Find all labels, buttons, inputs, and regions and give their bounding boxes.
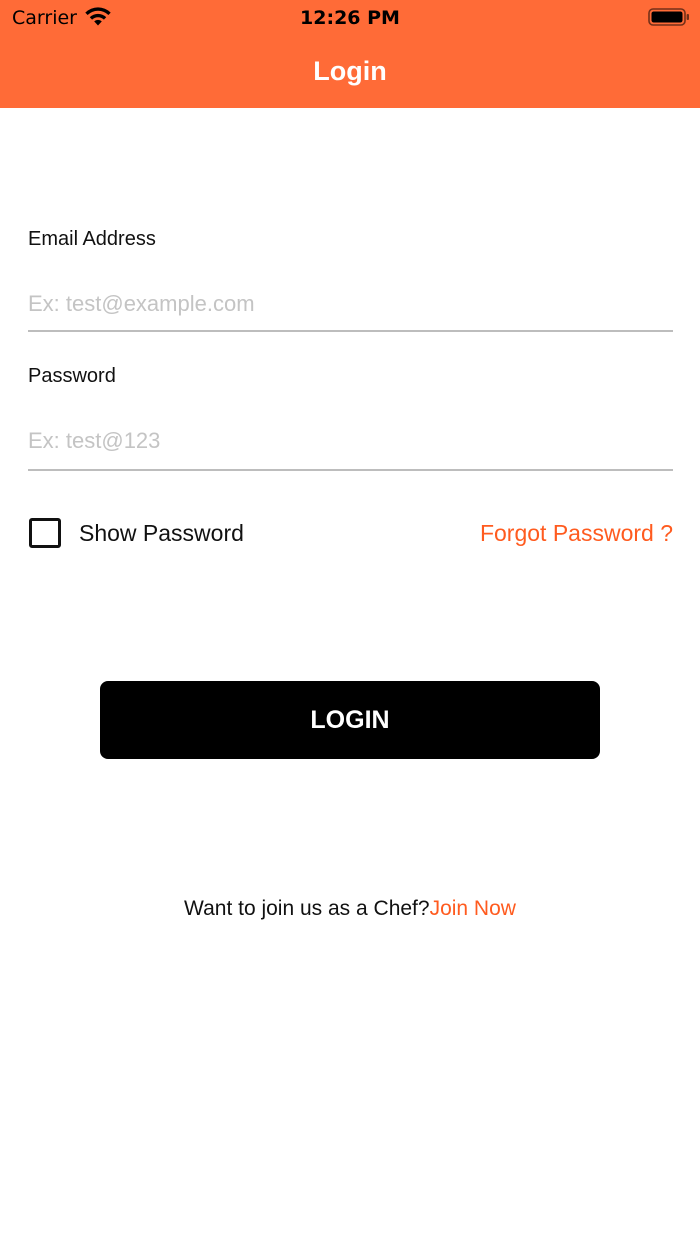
password-underline [28,469,673,471]
email-label: Email Address [28,228,156,250]
status-bar: Carrier 12:26 PM [0,0,700,36]
show-password-checkbox[interactable] [29,518,61,548]
login-screen: Carrier 12:26 PM Login Email Address Pas… [0,0,700,1244]
join-prompt-text: Want to join us as a Chef? [184,897,430,920]
show-password-label[interactable]: Show Password [79,517,244,549]
forgot-password-link[interactable]: Forgot Password ? [420,517,673,549]
password-field[interactable] [28,421,673,461]
page-title: Login [313,56,387,86]
join-now-link[interactable]: Join Now [430,897,516,920]
password-label: Password [28,365,116,387]
join-prompt: Want to join us as a Chef?Join Now [0,894,700,924]
login-button[interactable]: LOGIN [100,681,600,759]
email-field[interactable] [28,284,673,324]
status-time: 12:26 PM [300,7,400,29]
email-underline [28,330,673,332]
navigation-bar: Carrier 12:26 PM Login [0,0,700,108]
battery-icon [648,8,689,26]
